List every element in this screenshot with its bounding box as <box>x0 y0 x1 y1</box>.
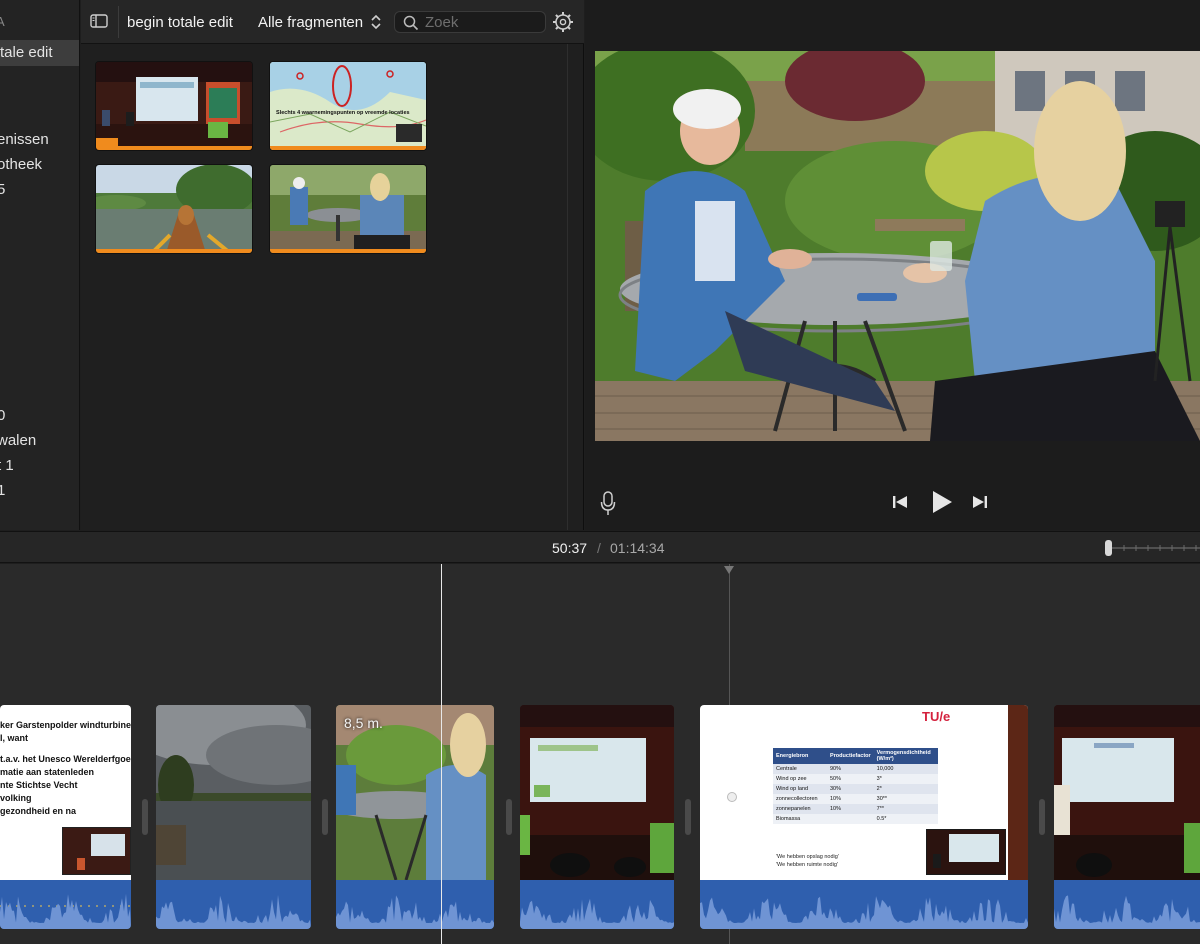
library-item[interactable]: enissen <box>0 131 49 148</box>
browser-clip-canal[interactable] <box>96 165 252 253</box>
waveform-graphic <box>0 893 131 929</box>
event-title: begin totale edit <box>127 14 233 31</box>
timeline-clip-lake[interactable] <box>156 705 311 929</box>
current-timecode: 50:37 <box>552 540 588 556</box>
clip-used-range-bar <box>96 249 252 253</box>
media-browser: begin totale edit Alle fragmenten Zoek S… <box>81 0 584 530</box>
transition-marker[interactable] <box>685 799 691 835</box>
browser-scrollbar[interactable] <box>567 44 568 530</box>
waveform-graphic <box>700 896 1028 929</box>
total-duration: 01:14:34 <box>610 540 665 556</box>
search-input[interactable]: Zoek <box>394 11 546 33</box>
video-frame-image <box>595 51 1200 441</box>
clip-video-track <box>156 705 311 880</box>
transition-marker[interactable] <box>322 799 328 835</box>
slide-notes: 'We hebben opslag nodig' 'We hebben ruim… <box>776 854 839 868</box>
timeline-header: 50:37 / 01:14:34 <box>0 531 1200 563</box>
clip-used-range-bar <box>270 146 426 150</box>
picture-in-picture-inset <box>62 827 131 875</box>
library-item[interactable]: 0 <box>0 407 5 424</box>
library-item[interactable]: otheek <box>0 156 42 173</box>
viewer-video-frame[interactable] <box>595 51 1200 441</box>
logo-subtext <box>946 709 1008 723</box>
timeline-clip-interview[interactable]: 8,5 m. <box>336 705 494 929</box>
browser-toolbar: begin totale edit Alle fragmenten Zoek <box>81 0 584 44</box>
audio-waveform <box>0 880 131 929</box>
library-header: A <box>0 14 5 29</box>
clip-duration-label: 8,5 m. <box>344 715 383 731</box>
energy-table: Energiebron Productiefactor Vermogensdic… <box>773 748 938 824</box>
skip-back-icon[interactable] <box>892 494 908 510</box>
clip-frame-image <box>336 705 494 880</box>
sidebar-toggle-icon[interactable] <box>89 11 109 31</box>
audio-waveform <box>156 880 311 929</box>
clip-frame-image <box>520 705 674 880</box>
clip-video-track <box>1054 705 1200 880</box>
skip-forward-icon[interactable] <box>972 494 988 510</box>
waveform-graphic <box>1054 895 1200 929</box>
transition-marker[interactable] <box>506 799 512 835</box>
waveform-graphic <box>520 898 674 929</box>
audio-waveform <box>700 880 1028 929</box>
waveform-graphic <box>336 895 494 929</box>
timeline-clip-table-slide[interactable]: TU/e Energiebron Productiefactor Vermoge… <box>700 705 1028 929</box>
map-caption: Slechts 4 waarnemingspunten op vreemde l… <box>276 110 410 116</box>
playhead[interactable] <box>441 564 442 944</box>
timecode-separator: / <box>597 540 601 556</box>
library-item-selected[interactable]: tale edit <box>0 40 79 66</box>
clip-video-track <box>520 705 674 880</box>
clip-thumbnail-image <box>96 165 252 253</box>
skimmer-marker <box>724 566 734 574</box>
clip-video-track: ker Garstenpolder windturbines I, want t… <box>0 705 131 880</box>
clip-frame-image <box>156 705 311 880</box>
toolbar-divider <box>118 6 119 38</box>
search-icon <box>403 15 419 31</box>
browser-clip-map[interactable]: Slechts 4 waarnemingspunten op vreemde l… <box>270 62 426 150</box>
browser-clip-presentation[interactable] <box>96 62 252 150</box>
chevron-updown-icon[interactable] <box>370 13 382 31</box>
play-icon[interactable] <box>931 490 953 514</box>
library-item[interactable]: 1 <box>0 482 5 499</box>
slide-bullet-dot <box>727 792 737 802</box>
audio-waveform <box>336 880 494 929</box>
clip-used-range-bar <box>96 146 252 150</box>
clip-filter-dropdown[interactable]: Alle fragmenten <box>258 14 363 31</box>
library-item[interactable]: t 1 <box>0 457 14 474</box>
timeline[interactable]: ker Garstenpolder windturbines I, want t… <box>0 564 1200 944</box>
timeline-zoom-slider[interactable] <box>1104 538 1200 558</box>
audio-waveform <box>1054 880 1200 929</box>
clip-thumbnail-image <box>270 62 426 150</box>
library-item[interactable]: walen <box>0 432 36 449</box>
clip-used-range-bar <box>270 249 426 253</box>
search-placeholder: Zoek <box>425 14 459 31</box>
transition-marker[interactable] <box>142 799 148 835</box>
microphone-icon[interactable] <box>600 490 616 516</box>
slide-text: ker Garstenpolder windturbines I, want t… <box>0 720 131 816</box>
timeline-clip-conclusion[interactable] <box>1054 705 1200 929</box>
clip-video-track: 8,5 m. <box>336 705 494 880</box>
library-item[interactable]: 5 <box>0 181 5 198</box>
audio-waveform <box>520 880 674 929</box>
timeline-clip-slide[interactable]: ker Garstenpolder windturbines I, want t… <box>0 705 131 929</box>
clip-thumbnail-image <box>96 62 252 150</box>
timeline-clip-presentation[interactable] <box>520 705 674 929</box>
clip-thumbnail-image <box>270 165 426 253</box>
browser-clip-interview[interactable] <box>270 165 426 253</box>
waveform-graphic <box>156 894 311 929</box>
viewer <box>585 0 1200 530</box>
clip-frame-image <box>1054 705 1200 880</box>
clip-video-track: TU/e Energiebron Productiefactor Vermoge… <box>700 705 1028 880</box>
transition-marker[interactable] <box>1039 799 1045 835</box>
library-sidebar: A tale edit enissen otheek 5 0 walen t 1… <box>0 0 80 530</box>
gear-icon[interactable] <box>552 11 574 33</box>
picture-in-picture-inset <box>926 829 1006 875</box>
